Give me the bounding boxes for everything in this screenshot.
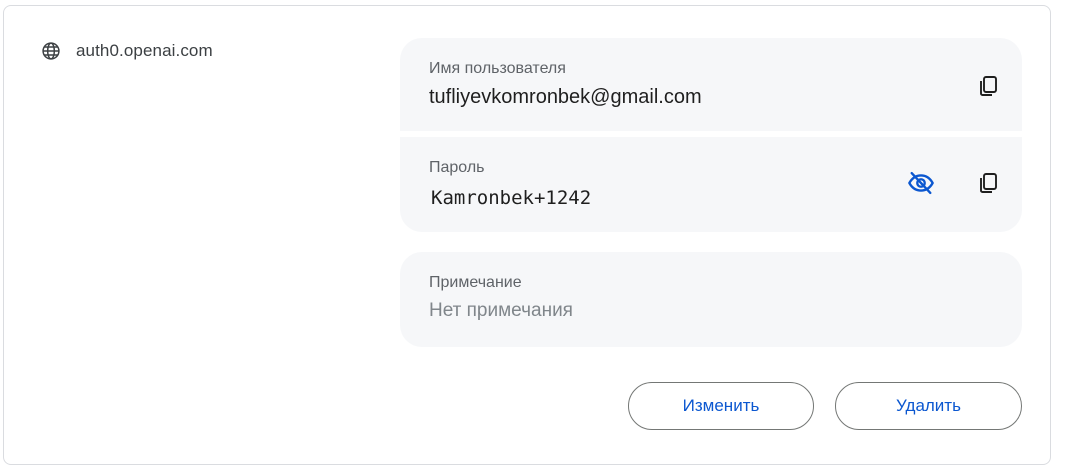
username-value[interactable]: tufliyevkomronbek@gmail.com [429, 86, 702, 109]
password-value[interactable]: Kamronbek+1242 [431, 187, 591, 209]
username-field: Имя пользователя tufliyevkomronbek@gmail… [400, 38, 1022, 131]
eye-off-icon [907, 169, 935, 202]
password-details-card: auth0.openai.com Имя пользователя tufliy… [3, 5, 1051, 465]
copy-icon [976, 171, 1000, 200]
site-label: auth0.openai.com [76, 41, 213, 60]
note-field[interactable]: Примечание Нет примечания [400, 252, 1022, 347]
toggle-password-visibility-button[interactable] [901, 165, 941, 205]
globe-icon [40, 40, 62, 62]
password-label: Пароль [429, 159, 485, 176]
copy-password-button[interactable] [968, 165, 1008, 205]
delete-button[interactable]: Удалить [835, 382, 1022, 430]
edit-button[interactable]: Изменить [628, 382, 814, 430]
copy-username-button[interactable] [968, 68, 1008, 108]
note-label: Примечание [429, 274, 522, 291]
note-placeholder: Нет примечания [429, 300, 573, 321]
site-header: auth0.openai.com [40, 40, 213, 62]
password-field: Пароль Kamronbek+1242 [400, 137, 1022, 232]
username-label: Имя пользователя [429, 60, 566, 77]
copy-icon [976, 74, 1000, 103]
